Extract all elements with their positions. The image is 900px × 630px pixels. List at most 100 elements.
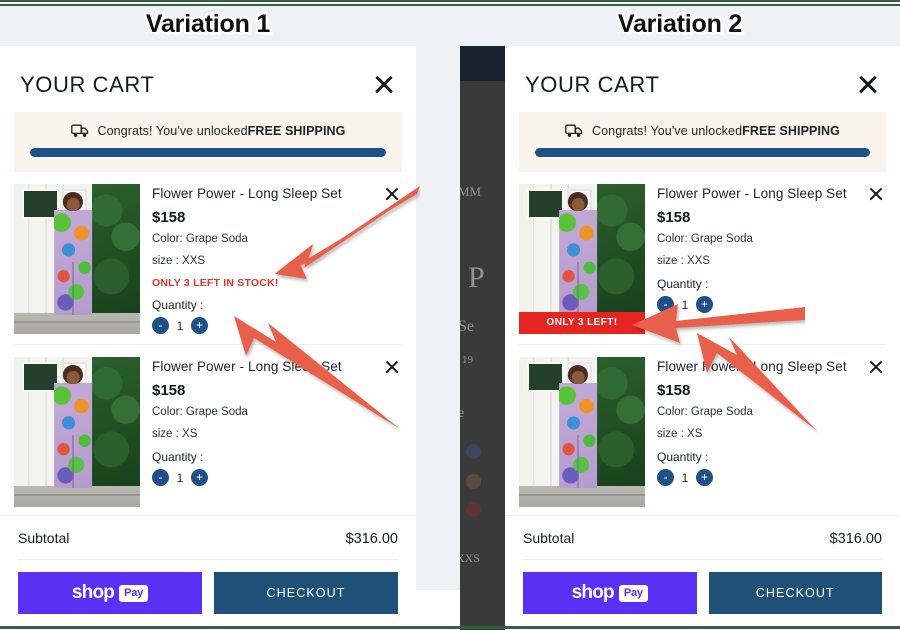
quantity-stepper[interactable]: - 1 + xyxy=(657,469,886,486)
shop-pay-logo: shop Pay xyxy=(572,582,648,604)
product-price: $158 xyxy=(152,209,186,226)
page-title-v1: YOUR CART xyxy=(20,72,155,97)
remove-item-icon[interactable] xyxy=(384,186,400,202)
cart-item-details: Flower Power - Long Sleep Set $158 Color… xyxy=(657,184,886,334)
product-thumbnail-wrap[interactable] xyxy=(14,184,140,334)
subtotal-label: Subtotal xyxy=(523,530,575,546)
variation-1-panel: YOUR CART Congrats! You've unlockedFREE … xyxy=(0,46,416,630)
remove-item-icon[interactable] xyxy=(384,359,400,375)
delivery-truck-icon xyxy=(565,124,583,137)
top-frame-border xyxy=(0,0,900,6)
background-fragment: Se xyxy=(460,318,474,335)
shop-pay-button[interactable]: shop Pay xyxy=(18,572,202,614)
remove-item-icon[interactable] xyxy=(868,186,884,202)
background-fragment: XXS xyxy=(460,551,481,565)
quantity-label: Quantity : xyxy=(152,298,204,312)
quantity-label: Quantity : xyxy=(657,277,709,291)
color-swatch[interactable] xyxy=(466,502,481,517)
color-swatch[interactable] xyxy=(466,474,481,489)
shipping-message-v1: Congrats! You've unlockedFREE SHIPPING xyxy=(98,124,346,138)
color-swatch[interactable] xyxy=(466,444,481,459)
quantity-decrease-button[interactable]: - xyxy=(152,317,169,334)
page-title-v2: YOUR CART xyxy=(525,72,660,97)
product-image[interactable] xyxy=(14,184,140,334)
shipping-message-row-v1: Congrats! You've unlockedFREE SHIPPING xyxy=(30,124,386,138)
product-size: size : XXS xyxy=(657,255,711,267)
checkout-buttons-row: shop Pay CHECKOUT xyxy=(18,572,398,614)
product-size: size : XXS xyxy=(152,255,206,267)
background-fragment: e xyxy=(460,406,465,421)
checkout-button-label: CHECKOUT xyxy=(266,586,346,600)
remove-item-icon[interactable] xyxy=(868,359,884,375)
quantity-increase-button[interactable]: + xyxy=(191,469,208,486)
quantity-value: 1 xyxy=(681,470,689,485)
cart-items-list-v2: ONLY 3 LEFT! Flower Power - Long Sleep S… xyxy=(505,172,900,515)
quantity-decrease-button[interactable]: - xyxy=(657,469,674,486)
shipping-progress-fill-v1 xyxy=(30,148,386,157)
product-image[interactable] xyxy=(14,357,140,507)
product-color: Color: Grape Soda xyxy=(657,233,753,245)
cart-footer-v1: Subtotal $316.00 shop Pay CHECKOUT xyxy=(0,515,416,630)
cart-item-row: ONLY 3 LEFT! Flower Power - Long Sleep S… xyxy=(519,172,886,344)
quantity-stepper[interactable]: - 1 + xyxy=(657,296,886,313)
free-shipping-banner-v2: Congrats! You've unlockedFREE SHIPPING xyxy=(519,112,886,172)
product-price: $158 xyxy=(152,382,186,399)
product-image[interactable] xyxy=(519,357,645,507)
shipping-progress-fill-v2 xyxy=(535,148,870,157)
cart-item-details: Flower Power - Long Sleep Set $158 Color… xyxy=(152,357,402,507)
quantity-increase-button[interactable]: + xyxy=(696,296,713,313)
subtotal-label: Subtotal xyxy=(18,530,70,546)
quantity-decrease-button[interactable]: - xyxy=(657,296,674,313)
cart-footer-v2: Subtotal $316.00 shop Pay CHECKOUT xyxy=(505,515,900,630)
dimmed-page-overlay[interactable]: MM P Se 19 e XXS xyxy=(460,46,505,630)
quantity-decrease-button[interactable]: - xyxy=(152,469,169,486)
cart-header-v1: YOUR CART xyxy=(0,46,416,112)
subtotal-row: Subtotal $316.00 xyxy=(523,530,882,560)
product-color: Color: Grape Soda xyxy=(657,406,753,418)
cart-item-row: Flower Power - Long Sleep Set $158 Color… xyxy=(519,344,886,515)
shipping-progress-track-v2 xyxy=(535,148,870,157)
quantity-label: Quantity : xyxy=(657,450,709,464)
quantity-stepper[interactable]: - 1 + xyxy=(152,469,402,486)
quantity-label: Quantity : xyxy=(152,450,204,464)
quantity-value: 1 xyxy=(176,318,184,333)
cart-item-details: Flower Power - Long Sleep Set $158 Color… xyxy=(657,357,886,507)
shipping-message-row-v2: Congrats! You've unlockedFREE SHIPPING xyxy=(535,124,870,138)
low-stock-message: ONLY 3 LEFT IN STOCK! xyxy=(152,277,279,289)
cart-header-v2: YOUR CART xyxy=(505,46,900,112)
free-shipping-banner-v1: Congrats! You've unlockedFREE SHIPPING xyxy=(14,112,402,172)
low-stock-badge: ONLY 3 LEFT! xyxy=(519,312,645,334)
cart-item-row: Flower Power - Long Sleep Set $158 Color… xyxy=(14,172,402,344)
product-thumbnail-wrap[interactable]: ONLY 3 LEFT! xyxy=(519,184,645,334)
product-title[interactable]: Flower Power - Long Sleep Set xyxy=(657,186,886,201)
quantity-stepper[interactable]: - 1 + xyxy=(152,317,402,334)
product-thumbnail-wrap[interactable] xyxy=(519,357,645,507)
checkout-button[interactable]: CHECKOUT xyxy=(214,572,398,614)
quantity-increase-button[interactable]: + xyxy=(696,469,713,486)
shop-pay-pill: Pay xyxy=(618,584,648,602)
checkout-button[interactable]: CHECKOUT xyxy=(708,572,882,614)
checkout-buttons-row: shop Pay CHECKOUT xyxy=(523,572,882,614)
cart-items-list-v1: Flower Power - Long Sleep Set $158 Color… xyxy=(0,172,416,515)
quantity-increase-button[interactable]: + xyxy=(191,317,208,334)
product-price: $158 xyxy=(657,209,691,226)
product-price: $158 xyxy=(657,382,691,399)
product-thumbnail-wrap[interactable] xyxy=(14,357,140,507)
shop-pay-logo: shop Pay xyxy=(71,582,149,604)
product-title[interactable]: Flower Power - Long Sleep Set xyxy=(657,359,886,374)
quantity-value: 1 xyxy=(176,470,184,485)
shop-pay-button[interactable]: shop Pay xyxy=(523,572,697,614)
product-title[interactable]: Flower Power - Long Sleep Set xyxy=(152,186,402,201)
product-title[interactable]: Flower Power - Long Sleep Set xyxy=(152,359,402,374)
shop-pay-word: shop xyxy=(71,582,115,603)
shipping-prefix-v2: Congrats! You've unlocked xyxy=(592,124,743,138)
cart-drawer-v1: YOUR CART Congrats! You've unlockedFREE … xyxy=(0,46,416,630)
subtotal-value: $316.00 xyxy=(345,531,398,547)
close-icon[interactable] xyxy=(372,73,396,97)
subtotal-row: Subtotal $316.00 xyxy=(18,530,398,560)
variation-1-title: Variation 1 xyxy=(145,10,271,38)
product-size: size : XS xyxy=(152,428,198,440)
close-icon[interactable] xyxy=(856,73,880,97)
product-color: Color: Grape Soda xyxy=(152,233,248,245)
background-fragment: MM xyxy=(460,184,482,199)
